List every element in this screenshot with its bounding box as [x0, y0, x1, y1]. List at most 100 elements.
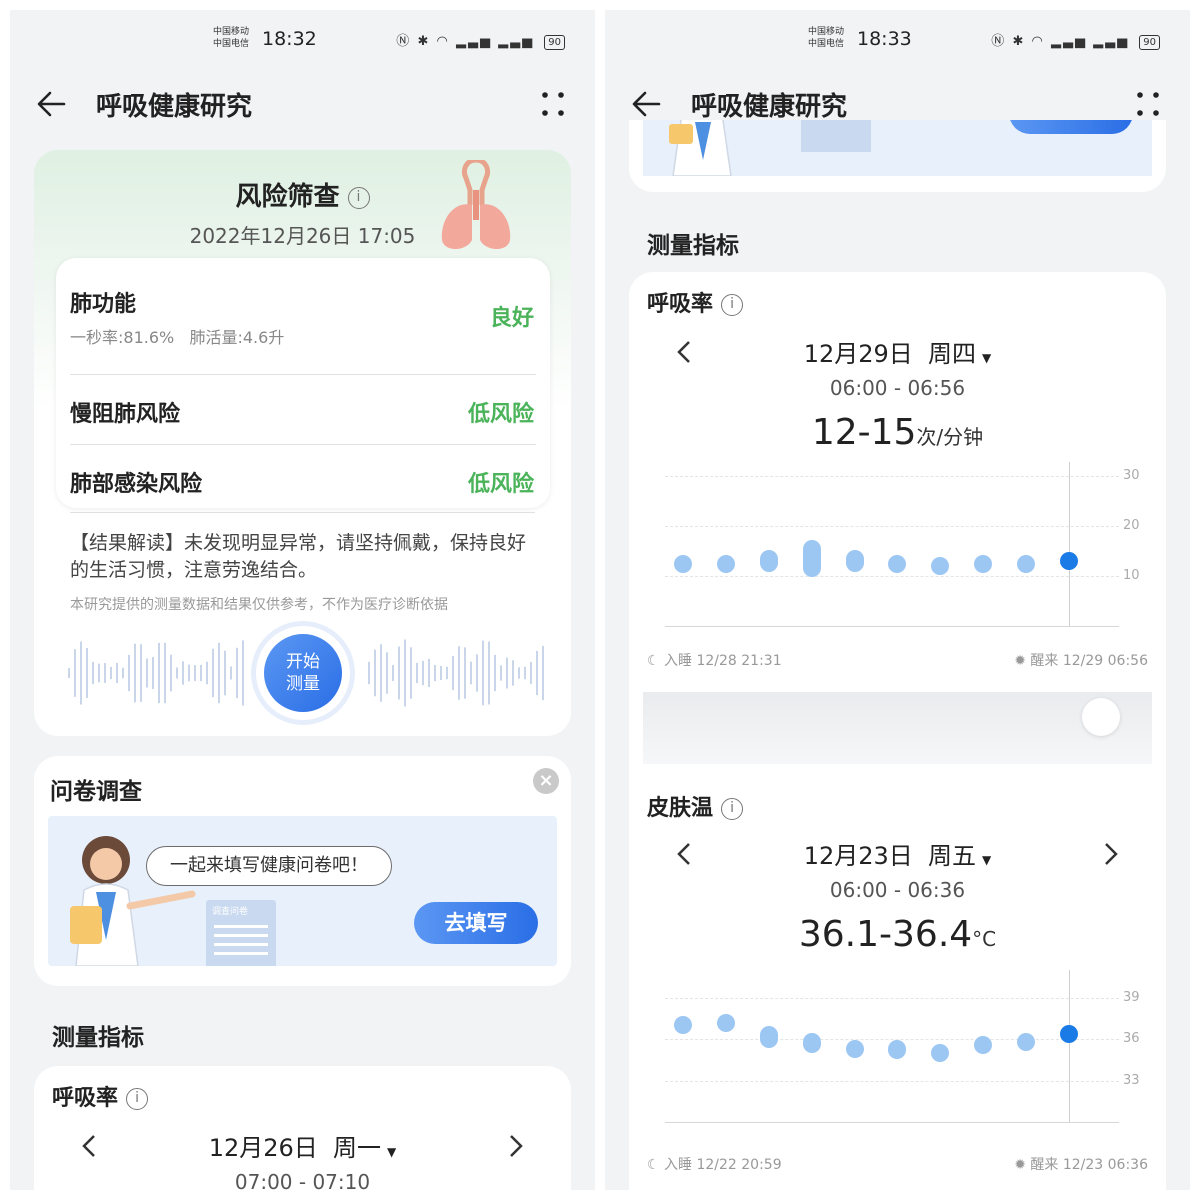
info-icon[interactable]: i: [126, 1088, 149, 1110]
wake-time-text: 醒来 12/29 06:56: [1030, 653, 1148, 669]
waveform-bar: [110, 666, 112, 680]
waveform-bar: [416, 662, 418, 684]
wifi-icon: ◠: [436, 34, 450, 49]
data-point[interactable]: [1017, 554, 1036, 573]
info-icon[interactable]: i: [721, 294, 744, 316]
back-arrow-icon[interactable]: [629, 84, 669, 124]
waveform-bar: [218, 642, 220, 704]
start-measure-label-1: 开始: [286, 652, 320, 672]
more-options-icon[interactable]: [1128, 84, 1168, 124]
start-measure-button[interactable]: 开始 测量: [256, 626, 350, 720]
infection-risk-label: 肺部感染风险: [70, 472, 203, 497]
wake-time: ✹ 醒来 12/23 06:36: [1014, 1154, 1148, 1174]
sleep-time-text: 入睡 12/28 21:31: [664, 653, 782, 669]
carrier-1: 中国移动: [213, 27, 250, 37]
fill-survey-button[interactable]: [1009, 120, 1133, 134]
respiration-label: 呼吸率 i: [647, 286, 744, 318]
data-point[interactable]: [1017, 1032, 1036, 1051]
data-point[interactable]: [1060, 1024, 1078, 1043]
nfc-icon: Ⓝ: [396, 34, 412, 49]
respiration-chart: 30 20 10: [629, 462, 1166, 652]
back-arrow-icon[interactable]: [34, 84, 74, 124]
skin-temp-value: 36.1-36.4°C: [629, 914, 1166, 955]
data-point[interactable]: [931, 557, 950, 575]
next-day-icon[interactable]: [503, 1130, 527, 1162]
waveform-bar: [200, 664, 202, 682]
waveform-bar: [488, 641, 490, 705]
waveform-bar: [482, 640, 484, 706]
data-point[interactable]: [716, 1013, 735, 1032]
app-bar: 呼吸健康研究: [10, 76, 595, 132]
data-point[interactable]: [888, 554, 907, 573]
status-icons: Ⓝ ✱ ◠ ▂▃▅ ▂▃▅ 90: [991, 30, 1160, 50]
data-point[interactable]: [759, 1026, 778, 1048]
time-range: 06:00 - 06:36: [829, 878, 966, 902]
data-point[interactable]: [674, 1016, 692, 1035]
metrics-section-title: 测量指标: [52, 1025, 144, 1051]
moon-icon: ☾: [647, 653, 665, 669]
data-point[interactable]: [845, 1039, 864, 1058]
waveform-bar: [134, 643, 136, 703]
date-selector[interactable]: 12月29日 周四 ▼: [629, 334, 1166, 369]
survey-card-partial: [629, 120, 1166, 192]
info-icon[interactable]: i: [347, 186, 370, 209]
waveform-bar: [194, 665, 196, 681]
selected-date: 12月26日 周一: [208, 1134, 382, 1162]
left-screen: 中国移动 中国电信 18:32 Ⓝ ✱ ◠ ▂▃▅ ▂▃▅ 90 呼吸健康研究 …: [10, 10, 595, 1190]
waveform-bar: [224, 650, 226, 696]
waveform-bar: [452, 655, 454, 691]
waveform-bar: [380, 644, 382, 702]
waveform-bar: [230, 666, 232, 680]
data-point[interactable]: [716, 554, 735, 573]
sleep-time-text: 入睡 12/22 20:59: [664, 1157, 782, 1173]
lung-function-label: 肺功能: [70, 292, 137, 317]
waveform-bar: [410, 647, 412, 699]
more-options-icon[interactable]: [533, 84, 573, 124]
date-selector[interactable]: 12月26日 周一 ▼: [34, 1128, 571, 1163]
waveform-bar: [422, 660, 424, 686]
status-time: 18:32: [262, 28, 317, 50]
waveform-bar: [434, 664, 436, 682]
data-point[interactable]: [802, 540, 821, 577]
divider: [70, 374, 536, 375]
data-point[interactable]: [1060, 552, 1078, 570]
fill-survey-button[interactable]: 去填写: [414, 902, 538, 944]
next-day-icon[interactable]: [1098, 838, 1122, 870]
date-selector[interactable]: 12月23日 周五 ▼: [629, 836, 1166, 871]
divider: [70, 512, 535, 513]
data-point[interactable]: [759, 550, 778, 572]
waveform-bar: [80, 641, 82, 705]
survey-banner: [643, 120, 1152, 176]
waveform-bar: [152, 657, 154, 689]
data-point[interactable]: [888, 1040, 907, 1059]
signal-icon: ▂▃▅: [455, 34, 492, 49]
cursor-line: [1069, 970, 1070, 1122]
data-point[interactable]: [974, 554, 993, 573]
data-point[interactable]: [845, 550, 864, 572]
selected-date: 12月29日 周四: [803, 340, 977, 368]
speech-bubble-text: 一起来填写健康问卷吧！: [170, 855, 368, 876]
waveform-bar: [158, 642, 160, 704]
y-tick-label: 33: [1123, 1072, 1140, 1088]
bluetooth-icon: ✱: [1012, 34, 1026, 49]
data-point[interactable]: [674, 554, 692, 573]
questionnaire-doc: [801, 120, 871, 152]
waveform-bar: [386, 652, 388, 694]
info-icon[interactable]: i: [721, 798, 744, 820]
data-point[interactable]: [931, 1044, 950, 1062]
drag-handle[interactable]: [1082, 698, 1120, 736]
skin-temp-value-number: 36.1-36.4: [798, 914, 973, 955]
data-point[interactable]: [974, 1035, 993, 1054]
disclaimer-text: 本研究提供的测量数据和结果仅供参考，不作为医疗诊断依据: [70, 597, 448, 613]
waveform-bar: [74, 649, 76, 697]
waveform-bar: [500, 665, 502, 681]
waveform-bar: [524, 666, 526, 680]
carrier-2: 中国电信: [213, 39, 250, 49]
close-icon[interactable]: ×: [533, 768, 559, 794]
y-tick-label: 20: [1123, 518, 1140, 533]
nfc-icon: Ⓝ: [991, 34, 1007, 49]
waveform-bar: [140, 644, 142, 702]
data-point[interactable]: [802, 1033, 821, 1054]
battery-icon: 90: [544, 35, 565, 50]
skin-temp-label: 皮肤温 i: [647, 790, 744, 822]
